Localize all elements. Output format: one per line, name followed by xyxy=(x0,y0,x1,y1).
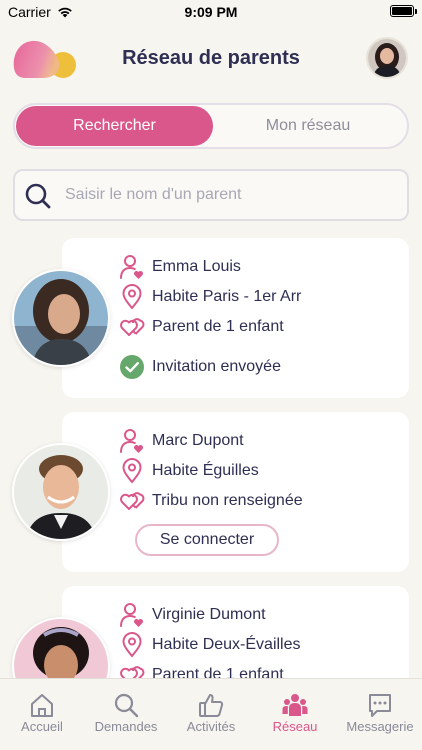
tab-mon-reseau[interactable]: Mon réseau xyxy=(209,105,407,147)
search-bar xyxy=(13,169,409,221)
search-icon xyxy=(114,693,139,718)
parent-name: Virginie Dumont xyxy=(152,606,266,623)
tab-rechercher[interactable]: Rechercher xyxy=(16,106,213,146)
battery-tip xyxy=(415,9,417,14)
parent-location: Habite Éguilles xyxy=(152,462,259,479)
home-icon xyxy=(31,694,53,717)
tab-activites[interactable]: Activités xyxy=(169,679,253,739)
parent-card[interactable]: Marc Dupont Habite Éguilles Tribu non re… xyxy=(62,412,409,572)
parent-photo[interactable] xyxy=(12,269,110,367)
status-bar: Carrier 9:09 PM xyxy=(0,0,422,24)
tab-reseau[interactable]: Réseau xyxy=(253,679,337,739)
tab-bar: Accueil Demandes Activités Réseau Messag… xyxy=(0,678,422,750)
parent-family: Parent de 1 enfant xyxy=(152,318,284,335)
status-text: Invitation envoyée xyxy=(152,358,281,375)
connect-button[interactable]: Se connecter xyxy=(135,524,279,556)
parent-list: Emma Louis Habite Paris - 1er Arr Parent… xyxy=(0,238,422,678)
parent-name: Marc Dupont xyxy=(152,432,244,449)
profile-avatar[interactable] xyxy=(366,37,408,79)
header: Réseau de parents xyxy=(0,30,422,90)
user-heart-icon xyxy=(120,429,143,453)
user-heart-icon xyxy=(120,603,143,627)
parent-photo[interactable] xyxy=(12,443,110,541)
tab-messagerie[interactable]: Messagerie xyxy=(338,679,422,739)
parent-name: Emma Louis xyxy=(152,258,241,275)
parent-name-row: Emma Louis xyxy=(119,252,241,282)
parent-location-row: Habite Deux-Évailles xyxy=(119,630,301,660)
parent-family-row: Tribu non renseignée xyxy=(119,486,303,516)
search-icon xyxy=(25,183,51,209)
parent-avatar-emma xyxy=(14,271,108,365)
parent-card[interactable]: Emma Louis Habite Paris - 1er Arr Parent… xyxy=(62,238,409,398)
parent-name-row: Marc Dupont xyxy=(119,426,244,456)
location-pin-icon xyxy=(122,284,142,310)
parent-location: Habite Deux-Évailles xyxy=(152,636,301,653)
parent-family-row: Parent de 1 enfant xyxy=(119,660,284,678)
parent-location-row: Habite Éguilles xyxy=(119,456,259,486)
user-heart-icon xyxy=(120,255,143,279)
parent-avatar-marc xyxy=(14,445,108,539)
parent-family: Tribu non renseignée xyxy=(152,492,303,509)
battery-icon xyxy=(390,5,414,17)
check-circle-icon xyxy=(120,355,144,379)
tab-label: Demandes xyxy=(94,719,158,734)
tab-label: Réseau xyxy=(272,719,318,734)
parent-location: Habite Paris - 1er Arr xyxy=(152,288,302,305)
parent-name-row: Virginie Dumont xyxy=(119,600,266,630)
group-icon xyxy=(282,694,308,716)
hearts-icon xyxy=(120,666,145,678)
parent-location-row: Habite Paris - 1er Arr xyxy=(119,282,301,312)
user-avatar-icon xyxy=(368,39,406,77)
parent-family: Parent de 1 enfant xyxy=(152,666,284,678)
invitation-status: Invitation envoyée xyxy=(119,352,281,382)
tab-label: Activités xyxy=(186,719,236,734)
tab-label: Accueil xyxy=(21,719,63,734)
hearts-icon xyxy=(120,492,145,510)
location-pin-icon xyxy=(122,632,142,658)
parent-family-row: Parent de 1 enfant xyxy=(119,312,284,342)
tab-demandes[interactable]: Demandes xyxy=(84,679,168,739)
thumbs-up-icon xyxy=(199,694,224,717)
page-title: Réseau de parents xyxy=(122,47,300,69)
tab-label: Messagerie xyxy=(346,719,414,734)
location-pin-icon xyxy=(122,458,142,484)
clock: 9:09 PM xyxy=(184,4,238,20)
search-input[interactable] xyxy=(65,181,395,209)
hearts-icon xyxy=(120,318,145,336)
tab-accueil[interactable]: Accueil xyxy=(0,679,84,739)
chat-icon xyxy=(369,694,391,717)
parent-card[interactable]: Virginie Dumont Habite Deux-Évailles Par… xyxy=(62,586,409,678)
view-switcher: Rechercher Mon réseau xyxy=(13,103,409,149)
